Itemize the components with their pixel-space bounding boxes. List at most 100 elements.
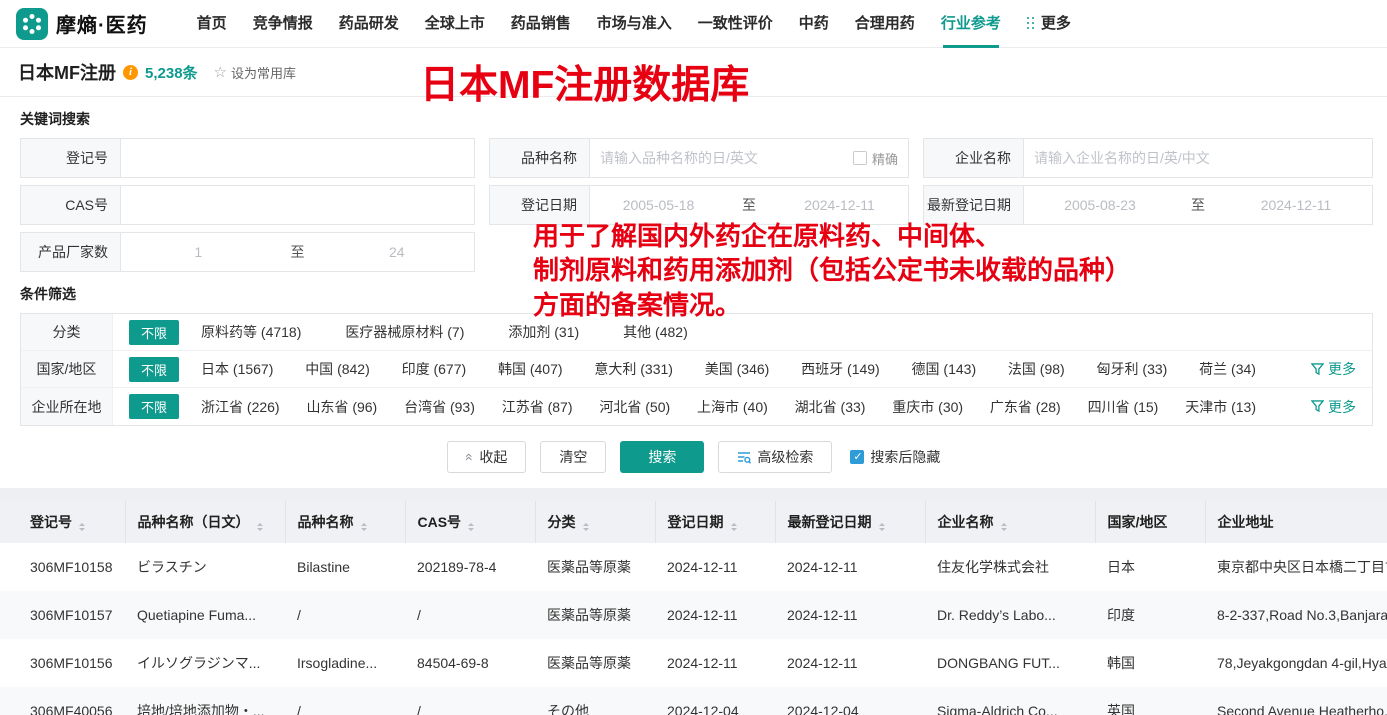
filter-option[interactable]: 重庆市 (30)	[892, 397, 963, 417]
column-header-reg-date[interactable]: 登记日期	[655, 501, 775, 543]
filter-option[interactable]: 医疗器械原材料 (7)	[345, 322, 464, 342]
nav-item-drug-rd[interactable]: 药品研发	[339, 0, 399, 48]
advanced-search-button[interactable]: 高级检索	[718, 441, 832, 473]
filter-row-location: 企业所在地 不限 浙江省 (226) 山东省 (96) 台湾省 (93) 江苏省…	[21, 388, 1372, 425]
location-more-button[interactable]: 更多	[1311, 397, 1356, 417]
clear-button[interactable]: 清空	[540, 441, 606, 473]
nav-item-tcm[interactable]: 中药	[799, 0, 829, 48]
nav-item-competitive-intel[interactable]: 竞争情报	[253, 0, 313, 48]
filter-option[interactable]: 河北省 (50)	[599, 397, 670, 417]
collapse-button[interactable]: 收起	[447, 441, 527, 473]
country-more-button[interactable]: 更多	[1311, 359, 1356, 379]
logo[interactable]: 摩熵·医药	[16, 8, 148, 40]
filter-option[interactable]: 广东省 (28)	[990, 397, 1061, 417]
filter-option[interactable]: 日本 (1567)	[201, 359, 273, 379]
filter-option[interactable]: 荷兰 (34)	[1199, 359, 1256, 379]
cell-country: 印度	[1095, 591, 1205, 639]
page-title: 日本MF注册	[18, 59, 116, 85]
maker-count-to-input[interactable]: 24	[320, 244, 475, 260]
filter-option[interactable]: 韩国 (407)	[498, 359, 563, 379]
nav-item-market-access[interactable]: 市场与准入	[597, 0, 672, 48]
filter-option[interactable]: 添加剂 (31)	[508, 322, 579, 342]
sort-icon[interactable]	[1001, 523, 1007, 531]
cell-country: 韩国	[1095, 639, 1205, 687]
column-header-country[interactable]: 国家/地区	[1095, 501, 1205, 543]
annotation-note-line-1: 用于了解国内外药企在原料药、中间体、	[533, 219, 1131, 253]
cell-name-jp: Quetiapine Fuma...	[125, 591, 285, 639]
sort-icon[interactable]	[361, 523, 367, 531]
hide-after-search-label: 搜索后隐藏	[870, 447, 940, 467]
filter-option[interactable]: 其他 (482)	[623, 322, 688, 342]
nav-item-home[interactable]: 首页	[197, 0, 227, 48]
filter-option[interactable]: 德国 (143)	[912, 359, 977, 379]
sort-icon[interactable]	[731, 523, 737, 531]
table-row[interactable]: 306MF10158 ビラスチン Bilastine 202189-78-4 医…	[0, 543, 1387, 591]
column-header-address[interactable]: 企业地址	[1205, 501, 1387, 543]
info-icon[interactable]	[123, 65, 138, 80]
country-options: 日本 (1567) 中国 (842) 印度 (677) 韩国 (407) 意大利…	[201, 359, 1311, 379]
location-unlimited-button[interactable]: 不限	[129, 394, 179, 419]
nav-item-global-launch[interactable]: 全球上市	[425, 0, 485, 48]
sort-icon[interactable]	[879, 523, 885, 531]
column-header-name-jp[interactable]: 品种名称（日文）	[125, 501, 285, 543]
nav-item-industry-reference[interactable]: 行业参考	[941, 0, 1001, 48]
filter-option[interactable]: 江苏省 (87)	[502, 397, 573, 417]
filter-option[interactable]: 法国 (98)	[1008, 359, 1065, 379]
filter-option[interactable]: 湖北省 (33)	[795, 397, 866, 417]
sort-icon[interactable]	[583, 523, 589, 531]
table-row[interactable]: 306MF10157 Quetiapine Fuma... / / 医薬品等原薬…	[0, 591, 1387, 639]
column-header-category[interactable]: 分类	[535, 501, 655, 543]
cell-name: Bilastine	[285, 543, 405, 591]
filter-option[interactable]: 四川省 (15)	[1088, 397, 1159, 417]
filter-option[interactable]: 意大利 (331)	[594, 359, 673, 379]
table-row[interactable]: 306MF40056 培地/培地添加物・... / / その他 2024-12-…	[0, 687, 1387, 715]
filter-option[interactable]: 台湾省 (93)	[404, 397, 475, 417]
filter-option[interactable]: 中国 (842)	[305, 359, 370, 379]
variety-name-input[interactable]	[590, 150, 853, 166]
exact-match-toggle[interactable]: 精确	[853, 149, 898, 168]
filter-option[interactable]: 山东省 (96)	[306, 397, 377, 417]
nav-item-rational-use[interactable]: 合理用药	[855, 0, 915, 48]
latest-reg-date-from-input[interactable]: 2005-08-23	[1024, 197, 1176, 213]
column-header-name[interactable]: 品种名称	[285, 501, 405, 543]
column-header-latest-date[interactable]: 最新登记日期	[775, 501, 925, 543]
country-unlimited-button[interactable]: 不限	[129, 357, 179, 382]
nav-item-more[interactable]: 更多	[1027, 0, 1071, 48]
column-header-reg-no[interactable]: 登记号	[0, 501, 125, 543]
cell-country: 日本	[1095, 543, 1205, 591]
page: 摩熵·医药 首页 竞争情报 药品研发 全球上市 药品销售 市场与准入 一致性评价…	[0, 0, 1387, 715]
search-button[interactable]: 搜索	[620, 441, 704, 473]
filter-option[interactable]: 美国 (346)	[705, 359, 770, 379]
sort-icon[interactable]	[468, 523, 474, 531]
maker-count-to-text: 至	[276, 242, 320, 262]
reg-no-input[interactable]	[121, 150, 474, 166]
cas-input[interactable]	[121, 197, 474, 213]
maker-count-from-input[interactable]: 1	[121, 244, 276, 260]
filter-option[interactable]: 原料药等 (4718)	[201, 322, 301, 342]
filter-option[interactable]: 印度 (677)	[402, 359, 467, 379]
sort-icon[interactable]	[257, 523, 263, 531]
reg-date-from-input[interactable]: 2005-05-18	[590, 197, 727, 213]
category-unlimited-button[interactable]: 不限	[129, 320, 179, 345]
column-header-company[interactable]: 企业名称	[925, 501, 1095, 543]
filter-option[interactable]: 上海市 (40)	[697, 397, 768, 417]
column-header-cas[interactable]: CAS号	[405, 501, 535, 543]
funnel-icon	[1311, 363, 1324, 376]
filter-option[interactable]: 浙江省 (226)	[201, 397, 280, 417]
table-row[interactable]: 306MF10156 イルソグラジンマ... Irsogladine... 84…	[0, 639, 1387, 687]
company-name-input[interactable]	[1024, 150, 1372, 166]
nav-item-drug-sales[interactable]: 药品销售	[511, 0, 571, 48]
cell-category: 医薬品等原薬	[535, 591, 655, 639]
nav-item-consistency-eval[interactable]: 一致性评价	[698, 0, 773, 48]
set-favorite-button[interactable]: 设为常用库	[214, 63, 296, 82]
hide-after-search-toggle[interactable]: 搜索后隐藏	[850, 447, 940, 467]
cell-reg-no: 306MF10158	[0, 543, 125, 591]
latest-reg-date-to-input[interactable]: 2024-12-11	[1220, 197, 1372, 213]
reg-date-to-input[interactable]: 2024-12-11	[771, 197, 908, 213]
filter-option[interactable]: 匈牙利 (33)	[1097, 359, 1168, 379]
filter-box: 分类 不限 原料药等 (4718) 医疗器械原材料 (7) 添加剂 (31) 其…	[20, 313, 1373, 426]
filter-option[interactable]: 西班牙 (149)	[801, 359, 880, 379]
sort-icon[interactable]	[79, 523, 85, 531]
filter-option[interactable]: 天津市 (13)	[1185, 397, 1256, 417]
exact-label: 精确	[872, 149, 898, 168]
